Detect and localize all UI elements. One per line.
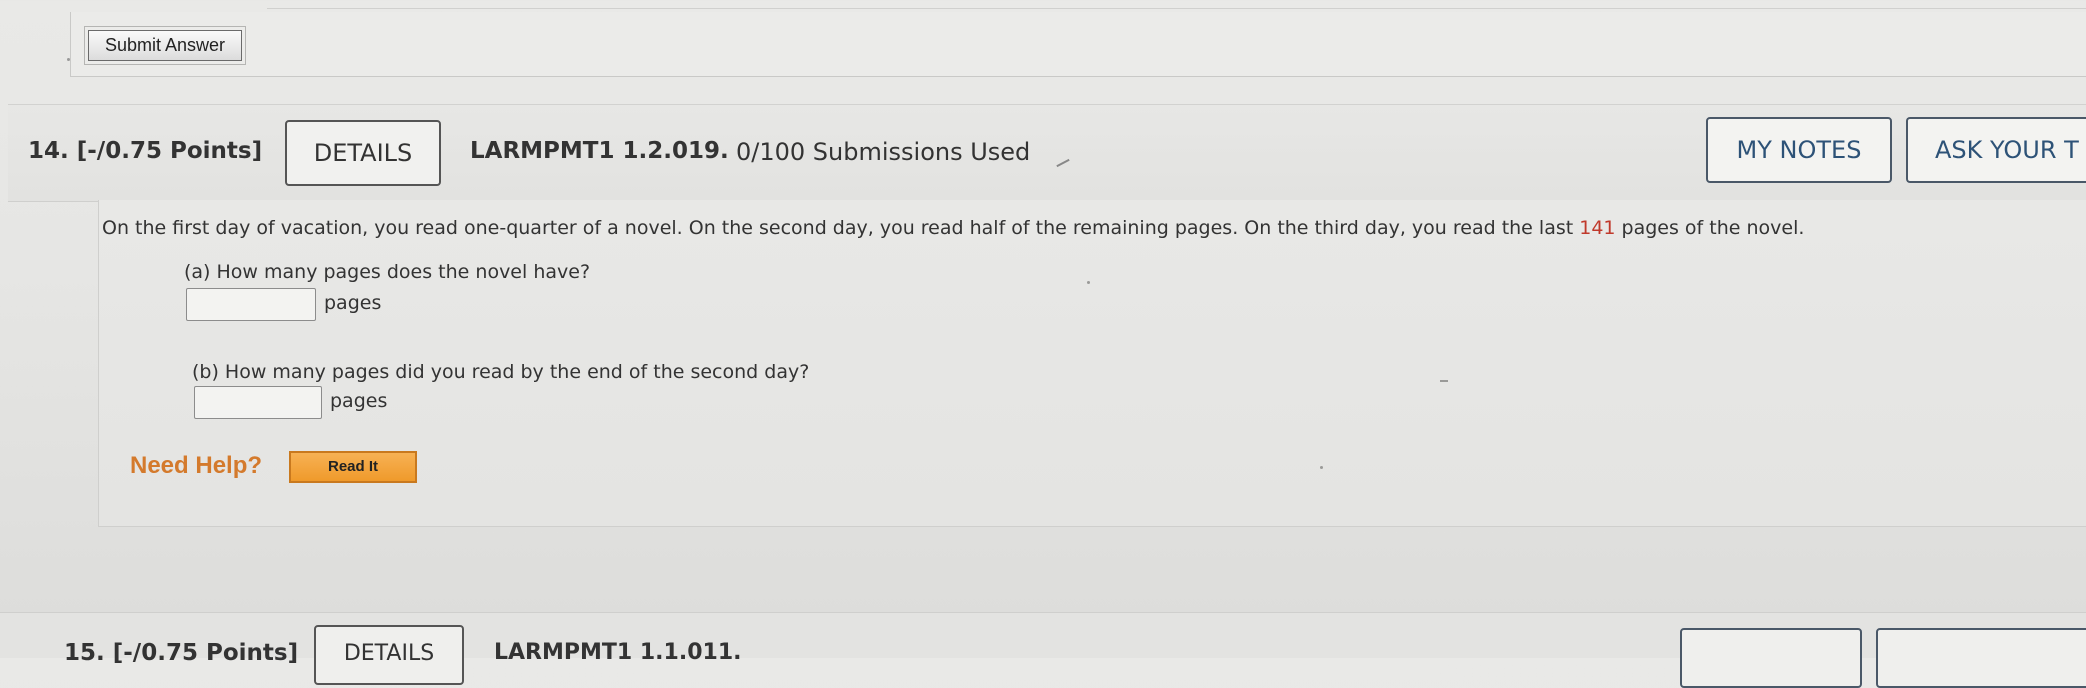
need-help-label: Need Help? — [130, 452, 263, 479]
next-ask-your-teacher-button[interactable] — [1876, 628, 2086, 688]
submissions-used: 0/100 Submissions Used — [736, 138, 1031, 166]
question-number-points: 14. [-/0.75 Points] — [28, 138, 263, 164]
next-question-number-points: 15. [-/0.75 Points] — [64, 640, 299, 666]
next-details-button[interactable]: DETAILS — [314, 625, 464, 685]
part-b-unit: pages — [330, 390, 388, 412]
my-notes-button[interactable]: MY NOTES — [1706, 117, 1892, 183]
part-a-unit: pages — [324, 292, 382, 314]
previous-question-panel — [70, 8, 2086, 77]
question-text-end: pages of the novel. — [1615, 217, 1805, 239]
question-text: On the first day of vacation, you read o… — [102, 217, 1804, 239]
speck — [1440, 380, 1448, 382]
part-b-answer-input[interactable] — [194, 386, 322, 419]
submit-answer-button[interactable]: Submit Answer — [88, 30, 242, 61]
part-a-label: (a) How many pages does the novel have? — [184, 261, 591, 283]
highlight-value: 141 — [1579, 217, 1616, 239]
speck — [1087, 281, 1090, 284]
speck — [1320, 466, 1323, 469]
part-b-label: (b) How many pages did you read by the e… — [192, 361, 810, 383]
details-button[interactable]: DETAILS — [285, 120, 441, 186]
next-my-notes-button[interactable] — [1680, 628, 1862, 688]
divider — [267, 8, 2086, 9]
ask-your-teacher-button[interactable]: ASK YOUR T — [1906, 117, 2086, 183]
next-question-code: LARMPMT1 1.1.011. — [494, 640, 742, 665]
read-it-button[interactable]: Read It — [289, 451, 417, 483]
question-text-start: On the first day of vacation, you read o… — [102, 217, 1580, 239]
part-a-answer-input[interactable] — [186, 288, 316, 321]
question-code: LARMPMT1 1.2.019. — [470, 138, 729, 164]
decorative-dot — [67, 58, 70, 61]
